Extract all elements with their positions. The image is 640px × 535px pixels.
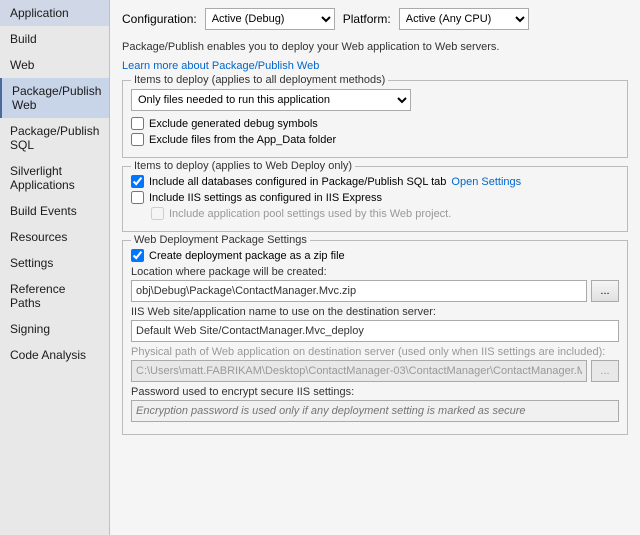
deploy-group-title: Items to deploy (applies to all deployme… — [131, 74, 388, 86]
include-app-pool-checkbox[interactable] — [151, 207, 164, 220]
create-package-label: Create deployment package as a zip file — [149, 250, 345, 262]
intro-desc: Package/Publish enables you to deploy yo… — [122, 40, 628, 55]
password-input[interactable] — [131, 400, 619, 422]
platform-select[interactable]: Active (Any CPU) — [399, 8, 529, 30]
sidebar-item-resources[interactable]: Resources — [0, 224, 109, 250]
config-label: Configuration: — [122, 12, 197, 26]
physical-browse-btn[interactable]: ... — [591, 360, 619, 382]
sidebar-item-settings[interactable]: Settings — [0, 250, 109, 276]
intro-section: Package/Publish enables you to deploy yo… — [122, 40, 628, 72]
main-content: Configuration: Active (Debug) Platform: … — [110, 0, 640, 535]
location-label: Location where package will be created: — [131, 266, 619, 278]
location-input[interactable] — [131, 280, 587, 302]
sidebar: ApplicationBuildWebPackage/Publish WebPa… — [0, 0, 110, 535]
sidebar-item-web[interactable]: Web — [0, 52, 109, 78]
include-db-label: Include all databases configured in Pack… — [149, 176, 446, 188]
config-select[interactable]: Active (Debug) — [205, 8, 335, 30]
create-package-checkbox[interactable] — [131, 249, 144, 262]
sidebar-item-package-publish-sql[interactable]: Package/Publish SQL — [0, 118, 109, 158]
site-input[interactable] — [131, 320, 619, 342]
password-label: Password used to encrypt secure IIS sett… — [131, 386, 619, 398]
open-settings-link[interactable]: Open Settings — [451, 176, 521, 188]
include-db-row: Include all databases configured in Pack… — [131, 175, 619, 188]
web-deploy-group-title: Items to deploy (applies to Web Deploy o… — [131, 160, 355, 172]
sidebar-item-build-events[interactable]: Build Events — [0, 198, 109, 224]
sidebar-item-code-analysis[interactable]: Code Analysis — [0, 342, 109, 368]
include-iis-checkbox[interactable] — [131, 191, 144, 204]
deploy-dropdown-row: Only files needed to run this applicatio… — [131, 89, 619, 111]
create-package-row: Create deployment package as a zip file — [131, 249, 619, 262]
package-settings-group: Web Deployment Package Settings Create d… — [122, 240, 628, 435]
deploy-dropdown[interactable]: Only files needed to run this applicatio… — [131, 89, 411, 111]
include-db-checkbox[interactable] — [131, 175, 144, 188]
location-field-row: ... — [131, 280, 619, 302]
physical-input[interactable] — [131, 360, 587, 382]
include-iis-row: Include IIS settings as configured in II… — [131, 191, 619, 204]
sidebar-item-reference-paths[interactable]: Reference Paths — [0, 276, 109, 316]
package-settings-title: Web Deployment Package Settings — [131, 234, 310, 246]
exclude-debug-checkbox[interactable] — [131, 117, 144, 130]
sidebar-item-build[interactable]: Build — [0, 26, 109, 52]
exclude-app-data-row: Exclude files from the App_Data folder — [131, 133, 619, 146]
physical-label: Physical path of Web application on dest… — [131, 346, 619, 358]
platform-label: Platform: — [343, 12, 391, 26]
include-iis-label: Include IIS settings as configured in II… — [149, 192, 382, 204]
site-label: IIS Web site/application name to use on … — [131, 306, 619, 318]
deploy-group: Items to deploy (applies to all deployme… — [122, 80, 628, 158]
location-browse-btn[interactable]: ... — [591, 280, 619, 302]
sidebar-item-package-publish-web[interactable]: Package/Publish Web — [0, 78, 109, 118]
config-row: Configuration: Active (Debug) Platform: … — [122, 8, 628, 30]
password-field-row — [131, 400, 619, 422]
exclude-debug-row: Exclude generated debug symbols — [131, 117, 619, 130]
web-deploy-group: Items to deploy (applies to Web Deploy o… — [122, 166, 628, 232]
exclude-app-data-label: Exclude files from the App_Data folder — [149, 134, 336, 146]
sidebar-item-signing[interactable]: Signing — [0, 316, 109, 342]
physical-field-row: ... — [131, 360, 619, 382]
site-field-row — [131, 320, 619, 342]
exclude-app-data-checkbox[interactable] — [131, 133, 144, 146]
learn-more-link[interactable]: Learn more about Package/Publish Web — [122, 60, 319, 72]
exclude-debug-label: Exclude generated debug symbols — [149, 118, 318, 130]
include-app-pool-label: Include application pool settings used b… — [169, 208, 451, 220]
sidebar-item-silverlight-applications[interactable]: Silverlight Applications — [0, 158, 109, 198]
sidebar-item-application[interactable]: Application — [0, 0, 109, 26]
include-app-pool-row: Include application pool settings used b… — [131, 207, 619, 220]
